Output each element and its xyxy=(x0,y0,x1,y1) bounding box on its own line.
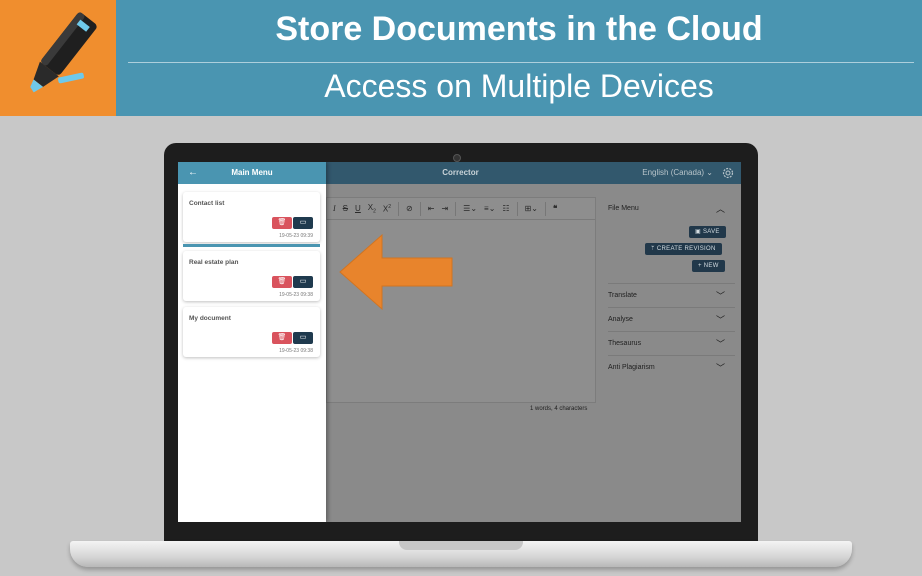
document-date: 19-05-23 09:38 xyxy=(279,348,313,354)
delete-button[interactable]: 🗑 xyxy=(272,217,292,229)
headline-primary: Store Documents in the Cloud xyxy=(275,10,763,48)
delete-button[interactable]: 🗑 xyxy=(272,332,292,344)
toolbar-divider xyxy=(419,201,421,216)
open-button[interactable]: ▭ xyxy=(293,332,313,344)
document-card[interactable]: Real estate plan 🗑 ▭ 19-05-23 09:38 xyxy=(183,251,320,301)
trash-icon: 🗑 xyxy=(277,334,287,341)
folder-icon: ▭ xyxy=(299,219,307,226)
menu-translate-label: Translate xyxy=(608,292,637,299)
chevron-down-icon: ⌄ xyxy=(706,168,713,177)
todo-list-icon[interactable]: ☷ xyxy=(502,204,509,213)
save-label: SAVE xyxy=(702,229,720,235)
headline-secondary: Access on Multiple Devices xyxy=(324,68,714,104)
chevron-down-icon: ﹀ xyxy=(715,315,725,325)
numbered-list-icon[interactable]: ≡⌄ xyxy=(484,204,495,213)
save-button[interactable]: ▣ SAVE xyxy=(689,226,726,238)
chevron-down-icon: ﹀ xyxy=(715,363,725,373)
chevron-down-icon: ﹀ xyxy=(715,291,725,301)
menu-translate[interactable]: Translate ﹀ xyxy=(608,283,735,307)
document-card[interactable]: Contact list 🗑 ▭ 19-05-23 09:39 xyxy=(183,192,320,242)
subscript-icon[interactable]: X2 xyxy=(368,203,376,215)
branch-icon: ᛘ xyxy=(651,246,655,252)
app-screen: Corrector English (Canada) ⌄ I S U X2 X2… xyxy=(178,162,741,522)
new-button[interactable]: + NEW xyxy=(692,260,725,272)
superscript-icon[interactable]: X2 xyxy=(383,204,391,214)
document-title: Real estate plan xyxy=(189,259,239,266)
bulleted-list-icon[interactable]: ☰⌄ xyxy=(463,204,477,213)
italic-icon[interactable]: I xyxy=(333,204,336,213)
document-card[interactable]: My document 🗑 ▭ 19-05-23 09:38 xyxy=(183,307,320,357)
active-document-indicator xyxy=(183,244,320,247)
indent-icon[interactable]: ⇥ xyxy=(441,204,448,213)
banner-divider xyxy=(128,62,914,63)
logo-box xyxy=(0,0,116,116)
strikethrough-icon[interactable]: S xyxy=(343,204,348,213)
underline-icon[interactable]: U xyxy=(355,204,361,213)
gear-icon[interactable] xyxy=(721,166,735,180)
chevron-up-icon: ︿ xyxy=(715,204,725,214)
toolbar-divider xyxy=(398,201,400,216)
menu-thesaurus[interactable]: Thesaurus ﹀ xyxy=(608,331,735,355)
delete-button[interactable]: 🗑 xyxy=(272,276,292,288)
table-icon[interactable]: ⊞⌄ xyxy=(525,204,538,213)
language-selector[interactable]: English (Canada) ⌄ xyxy=(642,162,713,184)
document-title: My document xyxy=(189,315,231,322)
menu-anti-plagiarism-label: Anti Plagiarism xyxy=(608,364,655,371)
menu-anti-plagiarism[interactable]: Anti Plagiarism ﹀ xyxy=(608,355,735,379)
new-label: + NEW xyxy=(698,263,719,269)
file-menu-panel: File Menu ︿ ▣ SAVE ᛘ CREATE REVISION + N… xyxy=(603,197,735,397)
toolbar-divider xyxy=(455,201,457,216)
link-icon[interactable]: ⊘ xyxy=(406,204,413,213)
editor-toolbar: I S U X2 X2 ⊘ ⇤ ⇥ ☰⌄ ≡⌄ ☷ ⊞⌄ ❝ xyxy=(327,198,595,220)
chevron-down-icon: ﹀ xyxy=(715,339,725,349)
pointer-arrow-icon xyxy=(339,233,453,311)
outdent-icon[interactable]: ⇤ xyxy=(428,204,435,213)
highlighter-marker-icon xyxy=(30,12,97,93)
word-count: 1 words, 4 characters xyxy=(530,406,588,412)
main-menu-sidebar: ← Main Menu Contact list 🗑 ▭ 19-05-23 09… xyxy=(178,162,326,522)
save-icon: ▣ xyxy=(695,229,701,235)
open-button[interactable]: ▭ xyxy=(293,276,313,288)
language-label: English (Canada) xyxy=(642,168,705,177)
webcam xyxy=(453,154,461,162)
document-title: Contact list xyxy=(189,200,225,207)
laptop-notch xyxy=(399,541,523,550)
trash-icon: 🗑 xyxy=(277,278,287,285)
menu-analyse-label: Analyse xyxy=(608,316,633,323)
create-revision-button[interactable]: ᛘ CREATE REVISION xyxy=(645,243,722,255)
folder-icon: ▭ xyxy=(299,334,307,341)
app-title: Corrector xyxy=(442,168,479,177)
file-menu-header[interactable]: File Menu ︿ xyxy=(608,197,735,221)
create-revision-label: CREATE REVISION xyxy=(656,246,716,252)
file-menu-label: File Menu xyxy=(608,205,639,212)
menu-analyse[interactable]: Analyse ﹀ xyxy=(608,307,735,331)
blockquote-icon[interactable]: ❝ xyxy=(553,204,557,213)
folder-icon: ▭ xyxy=(299,278,307,285)
document-date: 19-05-23 09:38 xyxy=(279,292,313,298)
toolbar-divider xyxy=(544,201,546,216)
menu-thesaurus-label: Thesaurus xyxy=(608,340,642,347)
open-button[interactable]: ▭ xyxy=(293,217,313,229)
toolbar-divider xyxy=(516,201,518,216)
sidebar-header: ← Main Menu xyxy=(178,162,326,184)
trash-icon: 🗑 xyxy=(277,219,287,226)
sidebar-title: Main Menu xyxy=(231,168,273,177)
document-date: 19-05-23 09:39 xyxy=(279,233,313,239)
